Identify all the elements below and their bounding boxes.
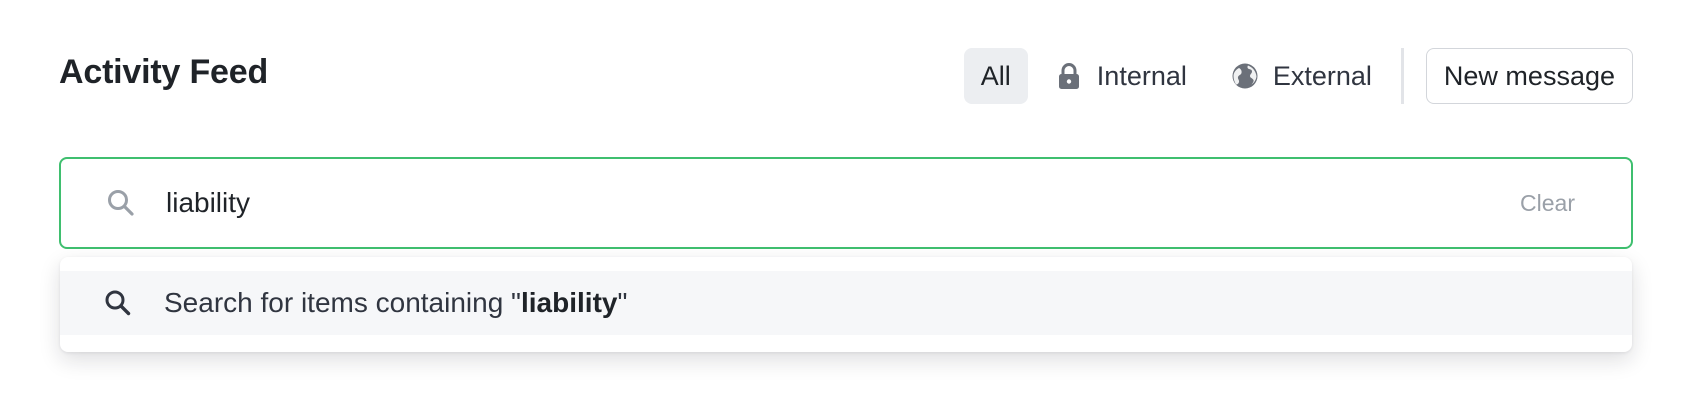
search-suggestions-dropdown: Search for items containing "liability": [60, 257, 1632, 352]
globe-icon: [1231, 62, 1259, 90]
activity-feed-page: Activity Feed All Internal External New …: [0, 0, 1692, 398]
filter-all-label: All: [980, 60, 1011, 91]
search-icon: [105, 187, 137, 219]
suggestion-prefix: Search for items containing ": [164, 287, 521, 318]
filter-bar: All Internal External New message: [963, 48, 1633, 104]
search-suggestion-item[interactable]: Search for items containing "liability": [60, 271, 1632, 335]
filter-internal-button[interactable]: Internal: [1038, 48, 1204, 104]
clear-search-button[interactable]: Clear: [1520, 186, 1575, 220]
filter-all-button[interactable]: All: [963, 48, 1028, 104]
search-suggestion-text: Search for items containing "liability": [164, 271, 627, 335]
filter-internal-label: Internal: [1096, 60, 1187, 91]
search-input[interactable]: [166, 177, 1466, 229]
toolbar-divider: [1400, 48, 1404, 104]
suggestion-query: liability: [521, 287, 618, 318]
suggestion-suffix: ": [617, 287, 628, 318]
filter-external-button[interactable]: External: [1214, 48, 1389, 104]
search-box: Clear: [59, 157, 1633, 249]
page-title: Activity Feed: [59, 53, 269, 91]
filter-external-label: External: [1272, 60, 1372, 91]
new-message-button[interactable]: New message: [1425, 48, 1633, 104]
search-icon: [103, 288, 133, 318]
header: Activity Feed All Internal External New …: [59, 46, 1633, 106]
lock-icon: [1055, 62, 1083, 90]
